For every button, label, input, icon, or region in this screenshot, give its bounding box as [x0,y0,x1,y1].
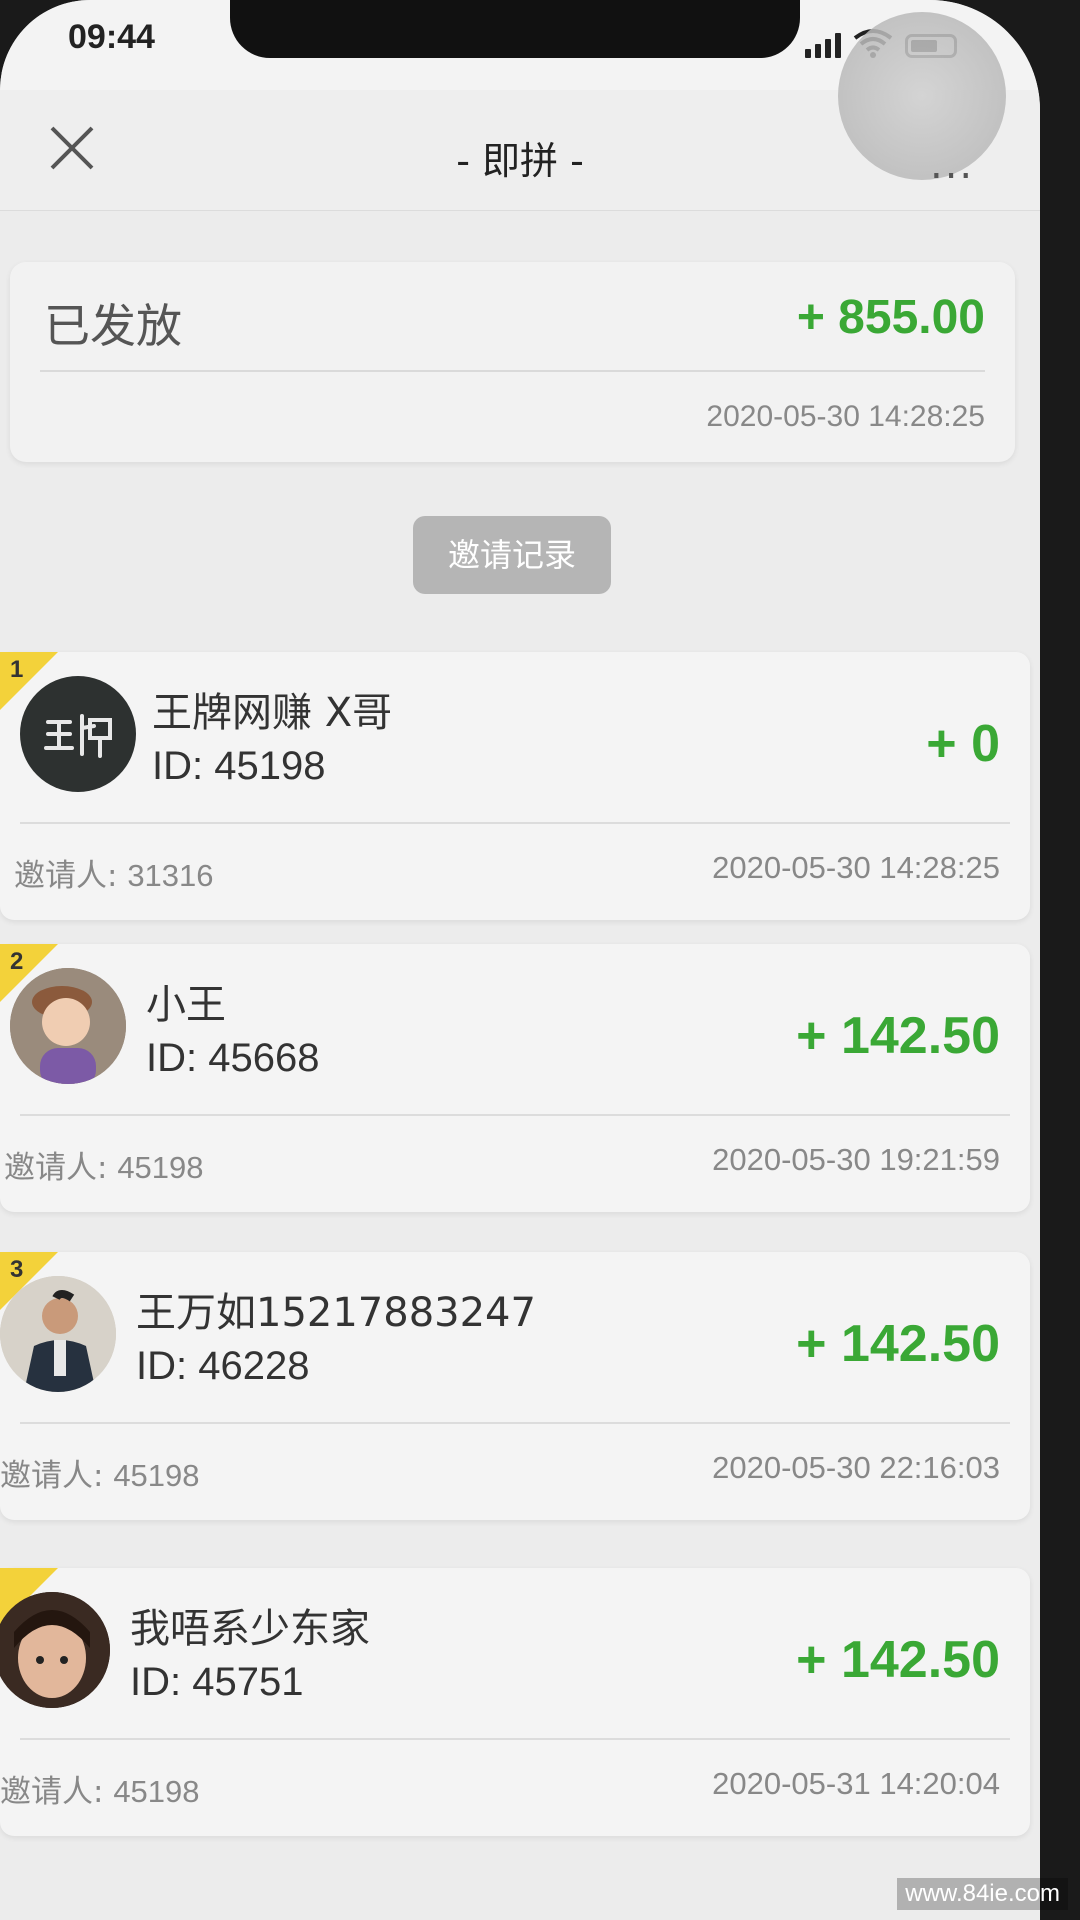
divider [20,1114,1010,1116]
app-screen: 09:44 - 即拼 - ... 已发放 + 855.00 2020-05-30… [0,0,1040,1920]
user-name: 我唔系少东家 [130,1606,370,1652]
rank-number: 2 [10,948,24,975]
inviter: 邀请人: 45198 [0,1450,200,1495]
summary-card: 已发放 + 855.00 2020-05-30 14:28:25 [10,262,1015,462]
user-id: ID: 45668 [146,1036,320,1080]
divider [40,370,985,372]
avatar [10,968,126,1084]
list-item[interactable]: 4 我唔系少东家 ID: 45751 + 142.50 邀请人: 45198 2… [0,1568,1030,1836]
inviter-label: 邀请人: [14,858,118,894]
rank-number: 1 [10,656,24,683]
list-item[interactable]: 1 王牌网赚 X哥 ID: 45198 + 0 邀请人: 31316 2020-… [0,652,1030,920]
divider [20,822,1010,824]
phone-frame: 09:44 - 即拼 - ... 已发放 + 855.00 2020-05-30… [0,0,1080,1920]
status-time: 09:44 [68,18,155,56]
inviter-id: 45198 [113,1774,200,1809]
capsule-menu[interactable] [838,12,1006,180]
inviter: 邀请人: 31316 [14,850,214,895]
inviter-id: 45198 [117,1150,204,1185]
avatar [0,1276,116,1392]
reward-amount: + 142.50 [796,1315,1000,1373]
rank-number: 3 [10,1256,24,1283]
summary-amount: + 855.00 [796,291,985,344]
invite-record-button[interactable]: 邀请记录 [413,516,611,594]
inviter-label: 邀请人: [4,1150,108,1186]
user-id: ID: 46228 [136,1344,310,1388]
inviter-label: 邀请人: [0,1458,104,1494]
summary-time: 2020-05-30 14:28:25 [706,400,985,433]
user-id: ID: 45198 [152,744,326,788]
avatar-child-icon [10,968,126,1084]
user-name: 王万如15217883247 [136,1290,536,1336]
user-name: 小王 [146,982,226,1028]
inviter-label: 邀请人: [0,1774,104,1810]
record-time: 2020-05-31 14:20:04 [712,1766,1000,1801]
inviter: 邀请人: 45198 [4,1142,204,1187]
record-time: 2020-05-30 22:16:03 [712,1450,1000,1485]
summary-label: 已发放 [44,299,182,353]
signal-icon [805,32,841,58]
divider [20,1422,1010,1424]
user-name: 王牌网赚 X哥 [152,690,393,736]
avatar-person-icon [0,1276,116,1392]
more-icon[interactable]: ... [930,142,974,188]
record-time: 2020-05-30 14:28:25 [712,850,1000,885]
user-id: ID: 45751 [130,1660,304,1704]
inviter-id: 31316 [127,858,214,893]
avatar [0,1592,110,1708]
nav-bar: - 即拼 - ... [0,12,1040,211]
notch [230,0,800,58]
reward-amount: + 142.50 [796,1007,1000,1065]
reward-amount: + 0 [926,715,1000,773]
list-item[interactable]: 3 王万如15217883247 ID: 46228 + 142.50 邀请人:… [0,1252,1030,1520]
divider [20,1738,1010,1740]
watermark: www.84ie.com [897,1878,1068,1910]
avatar-logo-icon [44,714,112,758]
reward-amount: + 142.50 [796,1631,1000,1689]
list-item[interactable]: 2 小王 ID: 45668 + 142.50 邀请人: 45198 2020-… [0,944,1030,1212]
avatar-girl-icon [0,1592,110,1708]
inviter-id: 45198 [113,1458,200,1493]
avatar [20,676,136,792]
inviter: 邀请人: 45198 [0,1766,200,1811]
record-time: 2020-05-30 19:21:59 [712,1142,1000,1177]
